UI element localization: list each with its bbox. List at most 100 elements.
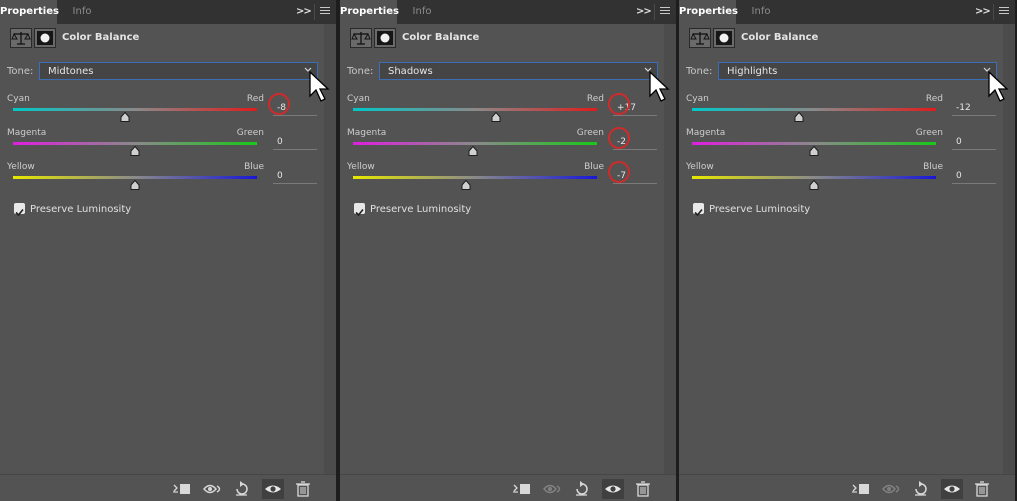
tab-properties[interactable]: Properties <box>0 0 59 24</box>
slider-value-field[interactable]: 0 <box>273 135 317 150</box>
visibility-eye-icon <box>265 485 281 493</box>
slider-value-field[interactable]: 0 <box>952 135 996 150</box>
panel-menu-icon[interactable] <box>320 5 330 19</box>
properties-panel: Properties Info >> Color Balance Tone: <box>0 0 336 501</box>
layer-mask-icon[interactable] <box>713 28 735 48</box>
toggle-visibility-button[interactable] <box>262 479 284 499</box>
slider-gradient-track[interactable] <box>353 108 597 111</box>
panel-tab-bar: Properties Info >> <box>0 0 336 24</box>
annotation-highlight-circle <box>268 93 290 115</box>
layer-mask-icon[interactable] <box>374 28 396 48</box>
color-balance-slider-row: Cyan Red -8 <box>0 93 336 126</box>
tab-info[interactable]: Info <box>402 0 442 24</box>
tab-info[interactable]: Info <box>741 0 781 24</box>
clip-to-layer-button[interactable] <box>170 479 192 499</box>
delete-adjustment-button[interactable] <box>292 479 314 499</box>
slider-thumb[interactable] <box>130 180 140 190</box>
preserve-luminosity-label: Preserve Luminosity <box>370 204 472 215</box>
slider-left-color-label: Cyan <box>686 94 709 104</box>
slider-gradient-track[interactable] <box>353 142 597 145</box>
panel-menu-icon[interactable] <box>660 5 670 19</box>
panel-footer-toolbar <box>0 474 336 501</box>
tone-dropdown[interactable]: Shadows <box>379 62 658 80</box>
slider-thumb[interactable] <box>794 112 804 122</box>
slider-gradient-track[interactable] <box>692 142 936 145</box>
slider-gradient-track[interactable] <box>692 108 936 111</box>
slider-gradient-track[interactable] <box>692 176 936 179</box>
slider-right-color-label: Green <box>236 128 264 138</box>
trash-icon <box>296 481 310 497</box>
slider-right-color-label: Green <box>915 128 943 138</box>
panel-footer-toolbar <box>679 474 1015 501</box>
tab-info[interactable]: Info <box>62 0 102 24</box>
trash-icon <box>975 481 989 497</box>
slider-gradient-track[interactable] <box>13 176 257 179</box>
reset-adjustment-button[interactable] <box>231 479 253 499</box>
reset-icon <box>236 481 248 496</box>
view-previous-state-button[interactable] <box>881 479 903 499</box>
clip-to-layer-button[interactable] <box>849 479 871 499</box>
view-previous-state-icon <box>543 484 561 494</box>
toggle-visibility-button[interactable] <box>602 479 624 499</box>
reset-adjustment-button[interactable] <box>571 479 593 499</box>
slider-thumb[interactable] <box>130 146 140 156</box>
tab-bar-divider <box>314 4 315 20</box>
slider-thumb[interactable] <box>461 180 471 190</box>
collapse-panel-button[interactable]: >> <box>975 5 991 19</box>
layer-mask-icon[interactable] <box>34 28 56 48</box>
slider-value-text: 0 <box>956 171 962 181</box>
color-balance-slider-row: Magenta Green 0 <box>0 128 336 160</box>
slider-value-text: 0 <box>956 137 962 147</box>
color-balance-slider-row: Magenta Green -2 <box>340 127 676 160</box>
tone-selected-value: Midtones <box>48 66 94 77</box>
checkmark-icon <box>694 208 703 217</box>
slider-value-field[interactable]: 0 <box>952 169 996 184</box>
slider-value-field[interactable]: 0 <box>273 169 317 184</box>
delete-adjustment-button[interactable] <box>971 479 993 499</box>
preserve-luminosity-label: Preserve Luminosity <box>30 204 132 215</box>
slider-thumb[interactable] <box>809 180 819 190</box>
collapse-panel-button[interactable]: >> <box>636 5 652 19</box>
tab-bar-divider <box>654 4 655 20</box>
tone-dropdown[interactable]: Highlights <box>718 62 997 80</box>
visibility-eye-icon <box>944 485 960 493</box>
checkmark-icon <box>355 208 364 217</box>
slider-value-field[interactable]: -12 <box>952 101 996 116</box>
adjustment-title: Color Balance <box>402 32 480 43</box>
slider-gradient-track[interactable] <box>13 108 257 111</box>
preserve-luminosity-checkbox[interactable] <box>14 203 25 217</box>
slider-thumb[interactable] <box>468 146 478 156</box>
slider-gradient-track[interactable] <box>13 142 257 145</box>
panel-tab-bar: Properties Info >> <box>679 0 1015 24</box>
scale-icon <box>689 28 711 48</box>
panel-menu-icon[interactable] <box>999 5 1009 19</box>
reset-adjustment-button[interactable] <box>910 479 932 499</box>
view-previous-state-button[interactable] <box>542 479 564 499</box>
tab-properties[interactable]: Properties <box>679 0 738 24</box>
slider-gradient-track[interactable] <box>353 176 597 179</box>
clip-to-layer-icon <box>173 484 190 494</box>
slider-thumb[interactable] <box>809 146 819 156</box>
delete-adjustment-button[interactable] <box>632 479 654 499</box>
tone-label: Tone: <box>7 66 34 77</box>
adjustment-title: Color Balance <box>741 32 819 43</box>
preserve-luminosity-label: Preserve Luminosity <box>709 204 811 215</box>
panel-footer-toolbar <box>340 474 676 501</box>
color-balance-slider-row: Cyan Red -12 <box>679 94 1015 126</box>
tab-properties[interactable]: Properties <box>340 0 399 24</box>
slider-value-text: -12 <box>956 103 971 113</box>
toggle-visibility-button[interactable] <box>941 479 963 499</box>
tone-dropdown[interactable]: Midtones <box>39 62 318 80</box>
properties-panel: Properties Info >> Color Balance Tone: <box>340 0 676 501</box>
slider-right-color-label: Blue <box>244 162 264 172</box>
preserve-luminosity-checkbox[interactable] <box>693 203 704 217</box>
collapse-panel-button[interactable]: >> <box>296 5 312 19</box>
slider-value-text: 0 <box>277 171 283 181</box>
view-previous-state-button[interactable] <box>202 479 224 499</box>
slider-thumb[interactable] <box>491 112 501 122</box>
clip-to-layer-button[interactable] <box>510 479 532 499</box>
tone-selected-value: Shadows <box>388 66 433 77</box>
slider-thumb[interactable] <box>120 112 130 122</box>
preserve-luminosity-checkbox[interactable] <box>354 203 365 217</box>
slider-left-color-label: Magenta <box>347 128 387 138</box>
